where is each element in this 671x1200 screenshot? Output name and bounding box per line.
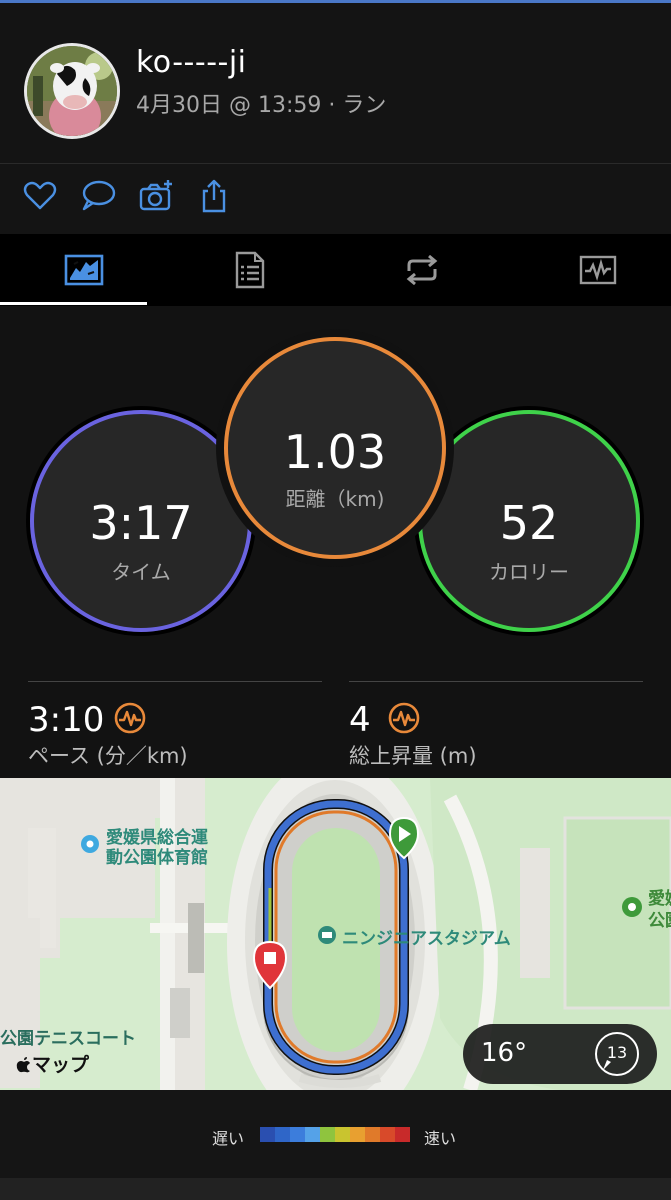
apple-maps-logo: マップ <box>16 1050 89 1077</box>
ascent-value: 4 <box>349 700 371 740</box>
time-label: タイム <box>111 560 171 584</box>
pulse-icon[interactable] <box>114 702 146 734</box>
map-label-gym[interactable]: 愛媛県総合運 動公園体育館 <box>106 828 208 868</box>
ascent-label: 総上昇量 (m) <box>349 744 477 768</box>
pace-color-scale <box>260 1127 410 1142</box>
pace-label: ペース (分／km) <box>28 744 188 768</box>
distance-label: 距離（km) <box>285 487 385 511</box>
distance-ring: 1.03 距離（km) <box>224 337 446 559</box>
graph-icon <box>579 255 616 285</box>
comment-icon[interactable] <box>80 178 116 214</box>
pace-color-swatch <box>395 1127 410 1142</box>
map-chart-icon <box>64 254 103 286</box>
legend-slow: 遅い <box>212 1129 245 1148</box>
pace-color-swatch <box>350 1127 365 1142</box>
time-value: 3:17 <box>89 496 193 550</box>
action-bar <box>0 164 671 234</box>
apple-maps-label: マップ <box>32 1054 90 1076</box>
bottom-bar <box>0 1178 671 1200</box>
pace-color-swatch <box>365 1127 380 1142</box>
pace-value: 3:10 <box>28 700 105 740</box>
tab-laps[interactable] <box>338 234 505 306</box>
activity-datetime: 4月30日 @ 13:59 · ラン <box>136 93 387 118</box>
distance-value: 1.03 <box>283 425 387 479</box>
add-photo-icon[interactable] <box>138 178 174 214</box>
pace-color-swatch <box>320 1127 335 1142</box>
username[interactable]: ko-----ji <box>136 45 247 80</box>
pace-color-swatch <box>260 1127 275 1142</box>
tab-details[interactable] <box>166 234 333 306</box>
pace-color-swatch <box>275 1127 290 1142</box>
pace-color-swatch <box>290 1127 305 1142</box>
weather-badge[interactable]: 16° 13 <box>463 1024 657 1084</box>
tab-charts[interactable] <box>514 234 671 306</box>
active-tab-indicator <box>0 302 147 305</box>
apple-icon <box>16 1057 30 1073</box>
divider <box>28 681 322 682</box>
pace-color-swatch <box>335 1127 350 1142</box>
share-icon[interactable] <box>196 178 232 214</box>
calories-label: カロリー <box>489 560 569 584</box>
tab-bar <box>0 234 671 306</box>
map-label-park[interactable]: 愛媛 公園 <box>648 888 671 932</box>
divider <box>349 681 643 682</box>
pace-color-swatch <box>380 1127 395 1142</box>
activity-header: ko-----ji 4月30日 @ 13:59 · ラン <box>0 3 671 163</box>
calories-ring: 52 カロリー <box>418 410 640 632</box>
calories-value: 52 <box>499 496 559 550</box>
map-label-stadium[interactable]: ニンジニアスタジアム <box>342 924 511 949</box>
legend-fast: 速い <box>424 1129 457 1148</box>
temperature: 16° <box>481 1038 528 1068</box>
avatar[interactable] <box>24 43 120 139</box>
repeat-icon <box>406 255 437 285</box>
pulse-icon[interactable] <box>388 702 420 734</box>
pace-color-swatch <box>305 1127 320 1142</box>
document-list-icon <box>235 251 264 289</box>
tab-overview[interactable] <box>0 234 167 306</box>
wind-icon: 13 <box>593 1030 641 1078</box>
map-label-tennis[interactable]: 公園テニスコート <box>0 1024 136 1049</box>
heart-icon[interactable] <box>22 178 58 214</box>
wind-speed: 13 <box>606 1043 628 1062</box>
time-ring: 3:17 タイム <box>30 410 252 632</box>
pace-legend: 遅い 速い <box>0 1090 671 1178</box>
